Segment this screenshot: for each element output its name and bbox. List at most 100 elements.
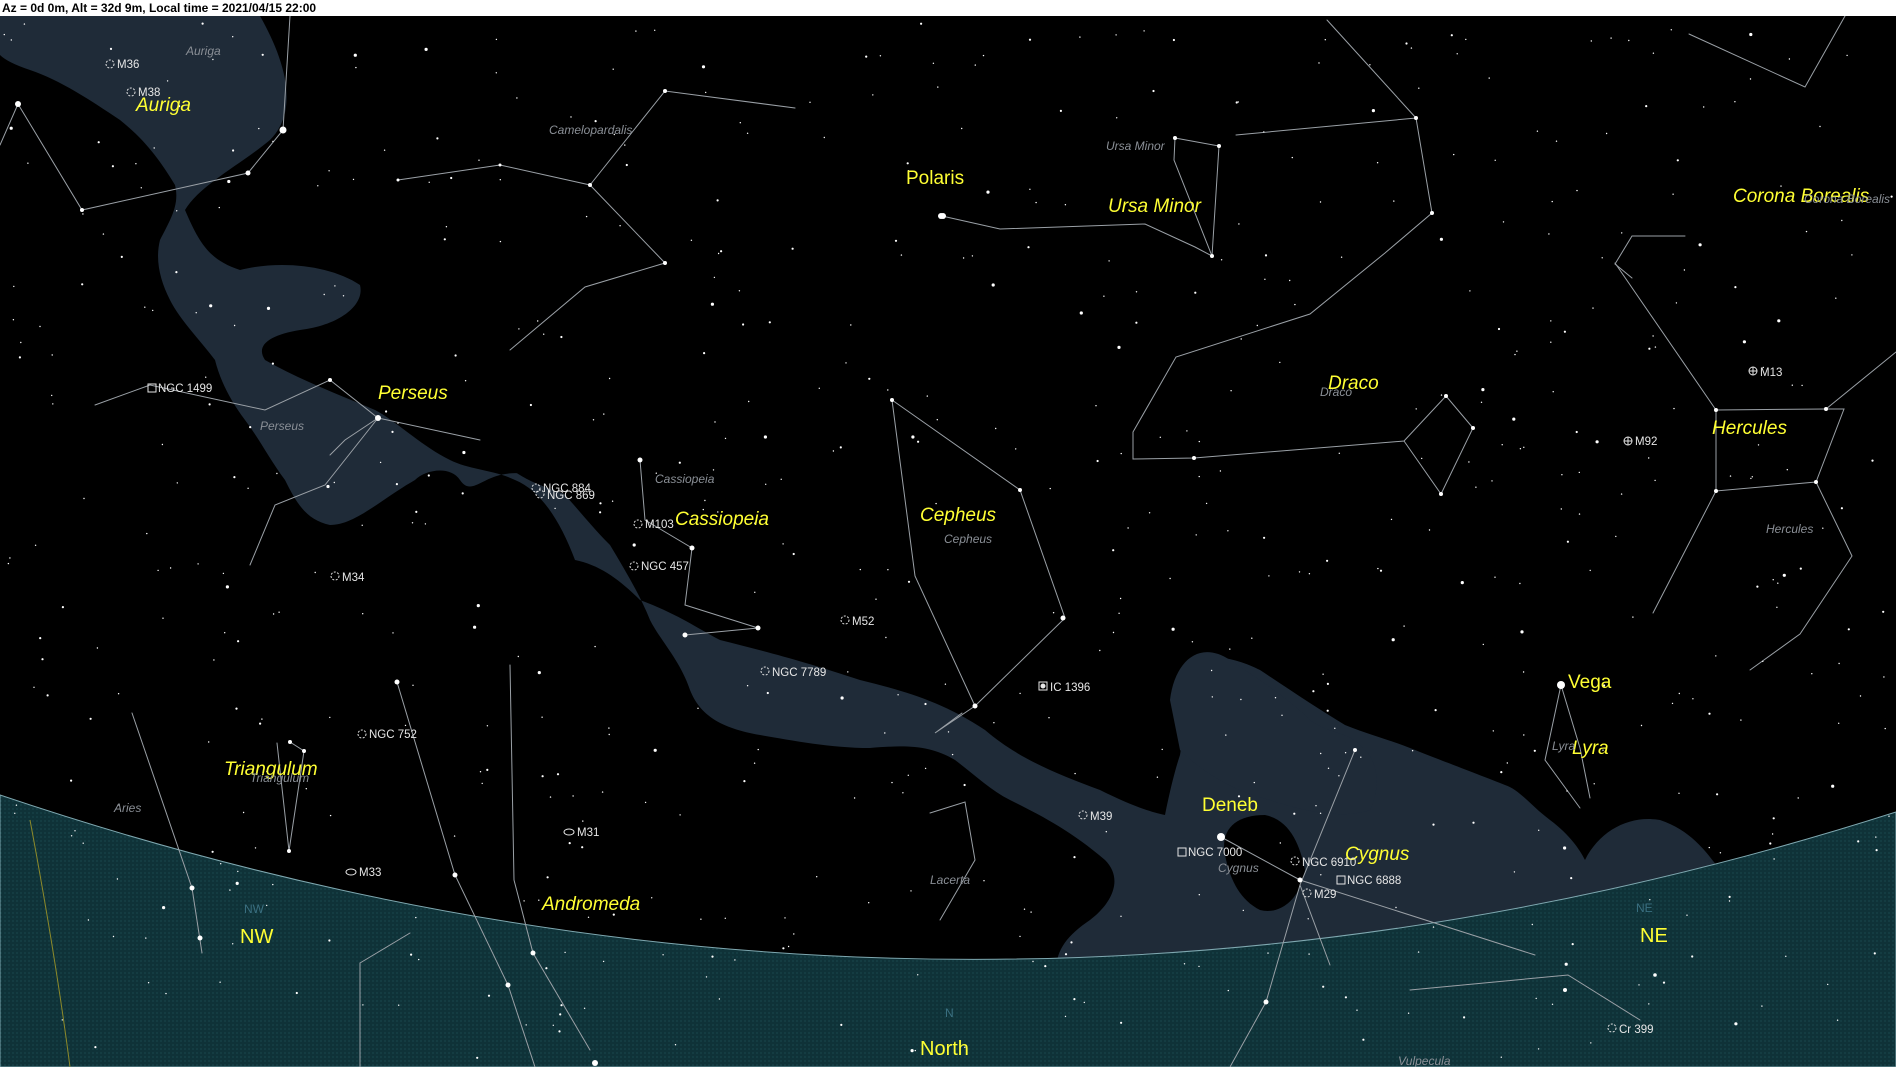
faint-star (166, 80, 169, 82)
faint-star (162, 617, 164, 619)
faint-star (782, 543, 784, 545)
small-label-camelopardalis: Camelopardalis (549, 123, 632, 137)
faint-star (1590, 40, 1593, 42)
faint-star (1405, 42, 1408, 45)
faint-star (317, 185, 319, 187)
faint-star (1263, 536, 1266, 539)
faint-star (266, 306, 271, 310)
faint-star (1592, 307, 1594, 309)
faint-star (1670, 29, 1673, 31)
faint-star (1298, 571, 1301, 573)
faint-star (608, 377, 611, 380)
faint-star (237, 870, 239, 873)
svg-text:NGC 6910: NGC 6910 (1302, 857, 1356, 869)
direction-north[interactable]: North (920, 1038, 969, 1060)
faint-star (1450, 34, 1453, 37)
faint-star (517, 655, 519, 658)
faint-star (1576, 189, 1578, 192)
faint-star (495, 38, 498, 41)
svg-text:M36: M36 (117, 59, 139, 71)
star-vega[interactable] (1557, 681, 1565, 689)
direction-nw[interactable]: NW (240, 926, 273, 948)
direction-ne[interactable]: NE (1640, 925, 1668, 947)
dso-m103[interactable]: M103 (633, 519, 674, 531)
faint-star (23, 23, 26, 25)
faint-star (1289, 279, 1291, 282)
faint-star (1859, 695, 1862, 697)
faint-star (201, 22, 204, 25)
faint-star (624, 144, 626, 146)
dso-ic1396[interactable]: IC 1396 (1038, 681, 1090, 694)
faint-star (1440, 394, 1443, 396)
faint-star (1729, 475, 1732, 477)
dso-m33[interactable]: M33 (345, 867, 381, 879)
faint-star (1320, 752, 1322, 755)
dso-ngc1499[interactable]: NGC 1499 (147, 383, 212, 395)
faint-star (582, 820, 584, 822)
faint-star (487, 994, 491, 997)
faint-star (1362, 1038, 1365, 1041)
faint-star (464, 380, 467, 382)
faint-star (305, 788, 307, 790)
faint-star (608, 733, 610, 736)
faint-star (333, 481, 335, 484)
faint-star (1439, 237, 1443, 241)
faint-star (1015, 448, 1017, 450)
faint-star (249, 426, 252, 429)
faint-star (205, 376, 207, 378)
faint-star (753, 762, 756, 764)
faint-star (1472, 821, 1475, 824)
faint-star (1831, 784, 1835, 788)
faint-star (780, 478, 782, 480)
direction-north-small: N (945, 1006, 954, 1020)
faint-star (1672, 193, 1674, 195)
faint-star (1678, 692, 1681, 695)
faint-star (82, 213, 84, 215)
dso-ngc7000[interactable]: NGC 7000 (1177, 847, 1242, 859)
faint-star (328, 939, 331, 942)
dso-ngc457[interactable]: NGC 457 (629, 561, 689, 573)
star-deneb[interactable] (1217, 833, 1225, 841)
faint-star (1875, 836, 1877, 838)
faint-star (1095, 405, 1097, 407)
faint-star (1621, 232, 1623, 234)
faint-star (1560, 508, 1563, 510)
faint-star (329, 716, 331, 719)
dso-m92[interactable]: M92 (1623, 436, 1657, 448)
faint-star (603, 413, 605, 415)
svg-text:IC 1396: IC 1396 (1050, 682, 1090, 694)
faint-star (560, 1004, 563, 1007)
dso-ngc752[interactable]: NGC 752 (357, 729, 417, 741)
faint-star (116, 878, 119, 880)
faint-star (1028, 38, 1032, 41)
faint-star (594, 645, 596, 648)
faint-star (1116, 117, 1118, 119)
sky-chart[interactable]: Auriga Perseus Cassiopeia Cepheus Ursa M… (0, 16, 1896, 1067)
faint-star (1552, 391, 1554, 393)
faint-star (1407, 1012, 1410, 1014)
faint-star (162, 906, 166, 910)
faint-star (1432, 926, 1435, 928)
faint-star (212, 58, 214, 61)
faint-star (208, 403, 211, 406)
svg-text:M34: M34 (342, 572, 365, 584)
faint-star (486, 725, 489, 727)
faint-star (176, 210, 178, 212)
faint-star (1838, 662, 1840, 665)
faint-star (1480, 401, 1483, 403)
faint-star (1230, 390, 1232, 392)
faint-star (746, 132, 749, 134)
dso-m13[interactable]: M13 (1748, 366, 1782, 379)
dso-m31[interactable]: M31 (563, 827, 599, 839)
faint-star (868, 377, 871, 380)
faint-star (1513, 871, 1516, 873)
faint-star (1841, 219, 1843, 222)
dso-m34[interactable]: M34 (330, 571, 365, 584)
faint-star (1120, 1021, 1123, 1024)
faint-star (816, 876, 818, 878)
dso-m52[interactable]: M52 (840, 615, 874, 628)
dso-ngc6888[interactable]: NGC 6888 (1336, 875, 1401, 887)
star-polaris[interactable] (938, 213, 944, 219)
faint-star (411, 522, 414, 524)
faint-star (1662, 981, 1666, 984)
